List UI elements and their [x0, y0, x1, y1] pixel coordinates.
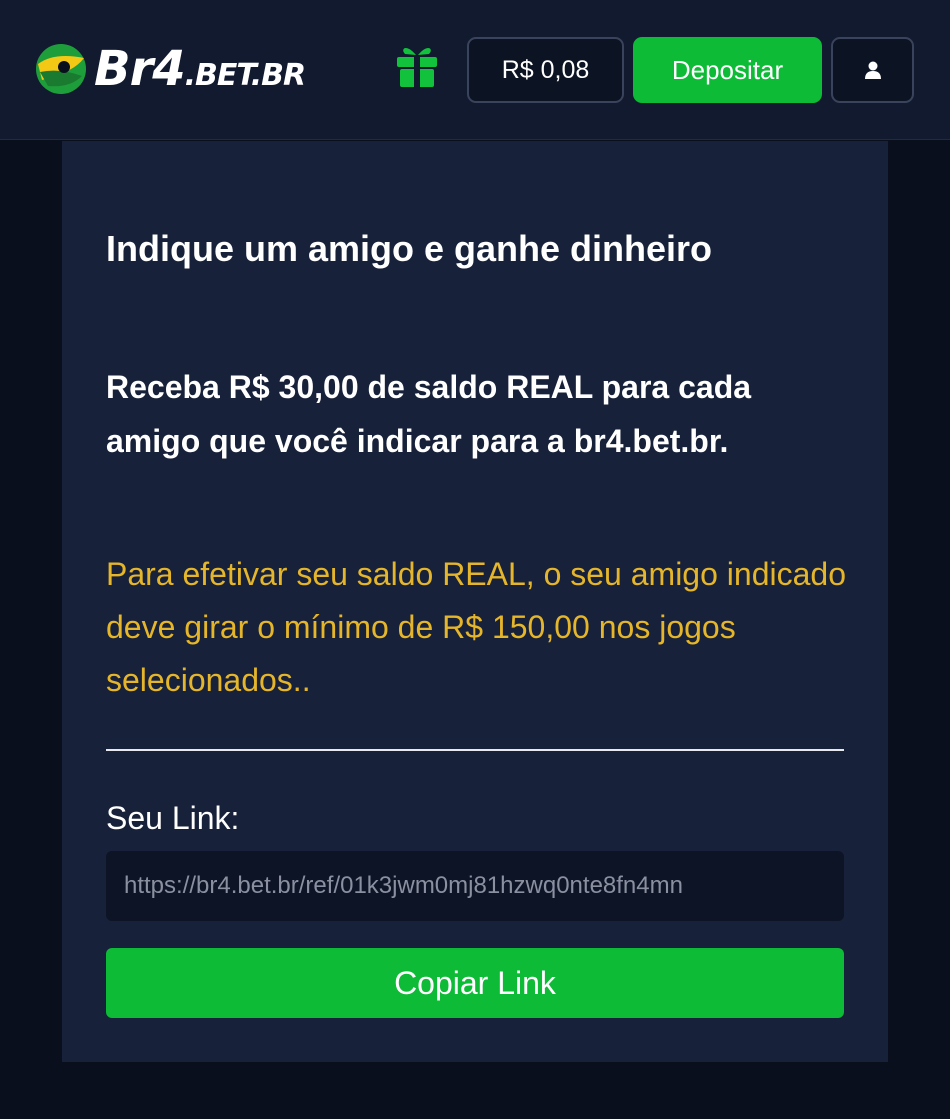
link-label: Seu Link: — [106, 800, 240, 836]
referral-link-field[interactable]: https://br4.bet.br/ref/01k3jwm0mj81hzwq0… — [106, 851, 844, 921]
user-menu-button[interactable] — [831, 37, 914, 103]
gift-icon[interactable] — [394, 39, 440, 89]
copy-link-button[interactable]: Copiar Link — [106, 948, 844, 1018]
logo-ball-icon — [36, 44, 86, 94]
balance-display[interactable]: R$ 0,08 — [467, 37, 624, 103]
top-header: Br4.BET.BR R$ 0,08 Depositar — [0, 0, 950, 140]
logo-text: Br4.BET.BR — [94, 41, 306, 97]
site-logo[interactable]: Br4.BET.BR — [34, 40, 306, 98]
user-icon — [864, 61, 881, 79]
referral-condition-note: Para efetivar seu saldo REAL, o seu amig… — [106, 556, 846, 698]
deposit-button[interactable]: Depositar — [633, 37, 822, 103]
divider — [106, 749, 844, 751]
referral-reward-text: Receba R$ 30,00 de saldo REAL para cada … — [106, 369, 752, 459]
page-title: Indique um amigo e ganhe dinheiro — [106, 228, 713, 269]
